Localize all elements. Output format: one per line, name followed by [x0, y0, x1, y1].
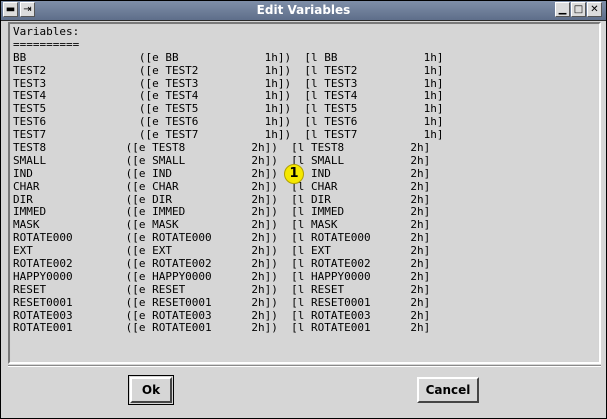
variable-line: ROTATE001 ([e ROTATE001 2h]) [l ROTATE00… [13, 321, 431, 335]
cancel-button[interactable]: Cancel [417, 377, 479, 403]
variable-line: RESET0001 ([e RESET0001 2h]) [l RESET000… [13, 295, 431, 309]
maximize-icon[interactable]: □ [571, 2, 586, 17]
variable-line: CHAR ([e CHAR 2h]) [l CHAR 2h] [13, 179, 431, 193]
ok-button[interactable]: Ok [130, 377, 172, 403]
minimize-icon[interactable]: ▁ [555, 2, 570, 17]
variable-line: SMALL ([e SMALL 2h]) [l SMALL 2h] [13, 153, 431, 167]
variable-line: IND ([e IND 2h]) [l IND 2h] [13, 166, 431, 180]
variable-line: BB ([e BB 1h]) [l BB 1h] [13, 50, 444, 64]
divider [8, 365, 601, 367]
variable-line: HAPPY0000 ([e HAPPY0000 2h]) [l HAPPY000… [13, 269, 431, 283]
variables-text-area[interactable]: Variables: ========== BB ([e BB 1h]) [l BB… [8, 22, 601, 364]
variable-line: RESET ([e RESET 2h]) [l RESET 2h] [13, 282, 431, 296]
variable-line: ROTATE002 ([e ROTATE002 2h]) [l ROTATE00… [13, 257, 431, 271]
edit-variables-dialog: ▬ ⇥ Edit Variables ▁ □ ✕ Variables: =====… [0, 0, 607, 419]
variables-header: Variables: [13, 25, 80, 38]
variable-line: TEST2 ([e TEST2 1h]) [l TEST2 1h] [13, 63, 444, 77]
variables-text: Variables: ========== BB ([e BB 1h]) [l BB… [11, 25, 598, 335]
window-title: Edit Variables [256, 3, 351, 17]
variables-divider: ========== [13, 37, 80, 51]
title-bar[interactable]: ▬ ⇥ Edit Variables ▁ □ ✕ [1, 1, 606, 21]
close-icon[interactable]: ✕ [587, 2, 602, 17]
annotation-marker: 1 [284, 164, 304, 184]
variable-line: TEST8 ([e TEST8 2h]) [l TEST8 2h] [13, 141, 431, 155]
